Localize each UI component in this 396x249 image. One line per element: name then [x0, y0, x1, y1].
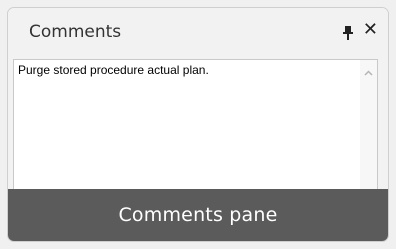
caption-text: Comments pane	[118, 204, 278, 226]
caption-overlay: Comments pane	[8, 189, 388, 241]
comment-text: Purge stored procedure actual plan.	[18, 63, 209, 77]
pin-icon[interactable]	[342, 25, 354, 41]
comments-pane: Comments ✕ Purge stored procedure actual…	[7, 7, 389, 242]
pane-title: Comments	[29, 22, 122, 42]
chevron-up-icon[interactable]	[361, 64, 376, 76]
pane-header: Comments ✕	[8, 8, 388, 59]
close-icon[interactable]: ✕	[363, 21, 378, 39]
